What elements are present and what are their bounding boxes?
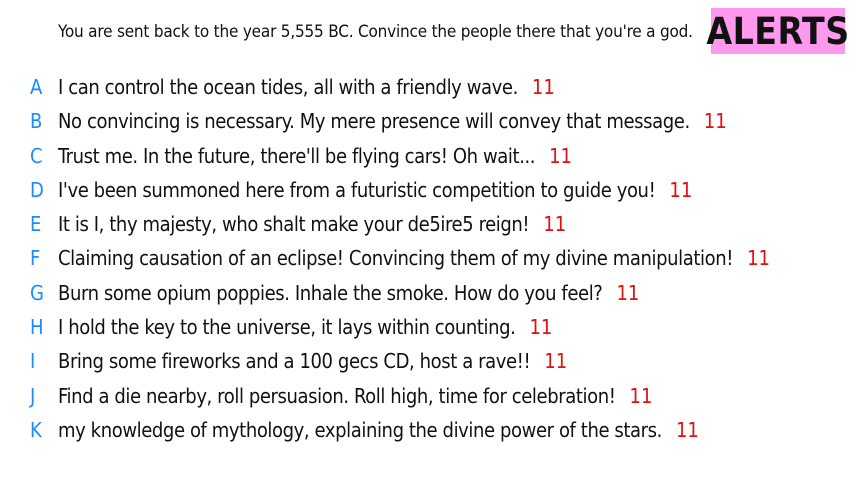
answer-letter: K <box>30 417 42 442</box>
answer-item-i[interactable]: I Bring some fireworks and a 100 gecs CD… <box>0 344 770 378</box>
answer-score: 11 <box>616 280 640 305</box>
answer-item-e[interactable]: E It is I, thy majesty, who shalt make y… <box>0 207 770 241</box>
answer-item-d[interactable]: D I've been summoned here from a futuris… <box>0 173 770 207</box>
answer-letter: G <box>30 280 44 305</box>
answer-text: Claiming causation of an eclipse! Convin… <box>58 246 734 271</box>
answer-letter: F <box>30 246 41 271</box>
alerts-badge: ALERTS <box>706 8 850 54</box>
answer-item-c[interactable]: C Trust me. In the future, there'll be f… <box>0 139 770 173</box>
answer-letter: A <box>30 75 43 99</box>
answer-item-a[interactable]: A I can control the ocean tides, all wit… <box>0 70 770 104</box>
answer-text: I've been summoned here from a futuristi… <box>58 177 656 202</box>
answer-score: 11 <box>747 246 770 271</box>
answer-score: 11 <box>549 143 572 168</box>
prompt-text: You are sent back to the year 5,555 BC. … <box>58 22 693 42</box>
answer-letter: I <box>30 349 36 374</box>
answer-score: 11 <box>703 109 727 134</box>
answer-list: A I can control the ocean tides, all wit… <box>0 70 770 447</box>
answer-text: It is I, thy majesty, who shalt make you… <box>58 212 530 237</box>
answer-score: 11 <box>529 315 553 340</box>
answer-letter: E <box>30 212 42 237</box>
answer-item-f[interactable]: F Claiming causation of an eclipse! Conv… <box>0 241 770 275</box>
answer-letter: B <box>30 109 43 134</box>
answer-score: 11 <box>675 417 699 442</box>
answer-item-g[interactable]: G Burn some opium poppies. Inhale the sm… <box>0 276 770 310</box>
answer-item-h[interactable]: H I hold the key to the universe, it lay… <box>0 310 770 344</box>
answer-letter: D <box>30 177 44 202</box>
answer-text: Find a die nearby, roll persuasion. Roll… <box>58 383 616 408</box>
answer-text: my knowledge of mythology, explaining th… <box>58 417 662 442</box>
answer-item-b[interactable]: B No convincing is necessary. My mere pr… <box>0 104 770 138</box>
answer-letter: H <box>30 315 44 340</box>
answer-score: 11 <box>669 177 693 202</box>
answer-score: 11 <box>531 75 555 99</box>
answer-letter: J <box>30 383 36 408</box>
answer-item-k[interactable]: K my knowledge of mythology, explaining … <box>0 413 770 447</box>
answer-text: Trust me. In the future, there'll be fly… <box>58 143 536 168</box>
answer-letter: C <box>30 143 43 168</box>
answer-text: I can control the ocean tides, all with … <box>58 75 518 99</box>
answer-score: 11 <box>544 349 568 374</box>
answer-item-j[interactable]: J Find a die nearby, roll persuasion. Ro… <box>0 379 770 413</box>
answer-score: 11 <box>629 383 653 408</box>
answer-text: I hold the key to the universe, it lays … <box>58 315 516 340</box>
answer-text: Bring some fireworks and a 100 gecs CD, … <box>58 349 531 374</box>
answer-text: No convincing is necessary. My mere pres… <box>58 109 690 134</box>
answer-text: Burn some opium poppies. Inhale the smok… <box>58 280 603 305</box>
answer-score: 11 <box>543 212 567 237</box>
